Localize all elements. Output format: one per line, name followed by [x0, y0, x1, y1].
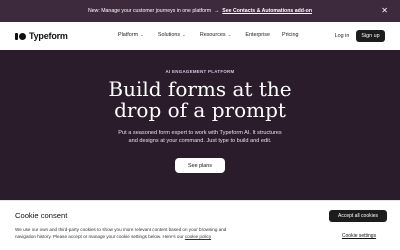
- chevron-down-icon: ⌄: [182, 32, 186, 37]
- cookie-settings-link[interactable]: Cookie settings: [337, 231, 381, 241]
- signup-button[interactable]: Sign up: [356, 30, 385, 42]
- nav-item-enterprise[interactable]: Enterprise: [245, 32, 270, 38]
- nav-item-label: Pricing: [281, 32, 299, 38]
- arrow-right-icon: →: [214, 8, 220, 14]
- announcement-bar: New: Manage your customer journeys in on…: [0, 0, 400, 22]
- nav-item-label: Enterprise: [245, 32, 270, 38]
- accept-all-cookies-button[interactable]: Accept all cookies: [329, 210, 387, 222]
- main-menu: Platform ⌄ Solutions ⌄ Resources ⌄ Enter…: [118, 32, 298, 38]
- hero-eyebrow: AI ENGAGEMENT PLATFORM: [165, 69, 235, 74]
- hero-subtext: Put a seasoned form expert to work with …: [0, 129, 400, 145]
- hero-headline-line: Build forms at the: [108, 77, 292, 101]
- cookie-text-line: navigation history. Please accept or man…: [15, 234, 270, 241]
- typeform-logo-icon: [15, 32, 26, 40]
- announcement-link[interactable]: See Contacts & Automations add-on: [222, 8, 312, 14]
- cookie-policy-link[interactable]: cookie policy: [185, 234, 211, 239]
- hero-headline-line: drop of a prompt: [114, 98, 286, 122]
- nav-item-resources[interactable]: Resources ⌄: [200, 32, 232, 38]
- cookie-text-prefix: navigation history. Please accept or man…: [15, 233, 185, 239]
- chevron-down-icon: ⌄: [227, 32, 232, 37]
- hero-section: AI ENGAGEMENT PLATFORM Build forms at th…: [0, 50, 400, 200]
- nav-item-label: Platform: [118, 32, 139, 38]
- hero-subtext-line: and designs at your command. Just type t…: [128, 138, 272, 144]
- cookie-title: Cookie consent: [15, 211, 68, 220]
- close-icon[interactable]: ✕: [381, 5, 388, 17]
- chevron-down-icon: ⌄: [140, 32, 144, 37]
- cookie-banner: Cookie consent We use our own and third-…: [0, 200, 400, 250]
- hero-subtext-line: Put a seasoned form expert to work with …: [118, 130, 282, 136]
- cookie-text: We use our own and third-party cookies t…: [15, 227, 270, 240]
- announcement-message: New: Manage your customer journeys in on…: [87, 8, 212, 14]
- see-plans-button[interactable]: See plans: [175, 158, 225, 173]
- hero-headline: Build forms at the drop of a prompt: [0, 79, 400, 121]
- nav-item-solutions[interactable]: Solutions ⌄: [158, 32, 186, 38]
- nav-item-label: Solutions: [157, 32, 181, 38]
- nav-item-pricing[interactable]: Pricing: [282, 32, 298, 38]
- login-button[interactable]: Log in: [330, 30, 354, 42]
- nav-item-label: Resources: [199, 32, 226, 38]
- logo-text: Typeform: [29, 31, 68, 41]
- nav-item-platform[interactable]: Platform ⌄: [118, 32, 144, 38]
- typeform-logo[interactable]: Typeform: [15, 31, 68, 41]
